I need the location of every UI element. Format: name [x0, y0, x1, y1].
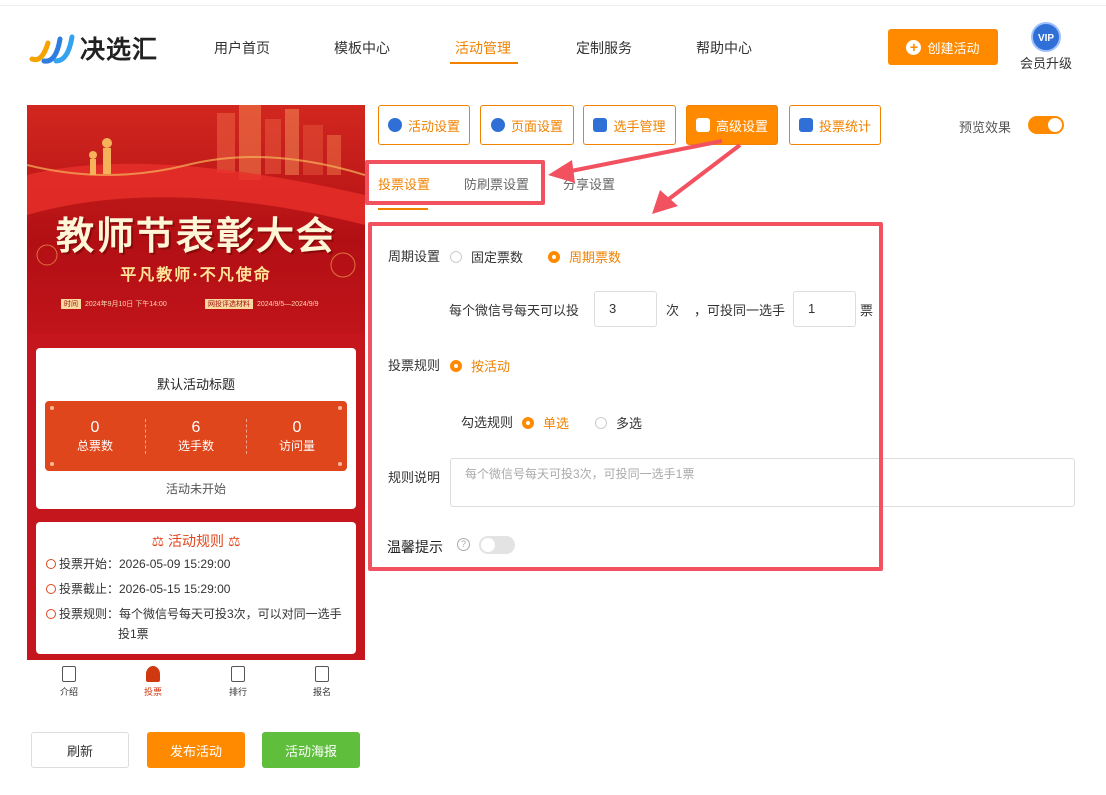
create-activity-label: 创建活动 [927, 40, 980, 56]
tab-vote-statistics[interactable]: 投票统计 [789, 105, 881, 145]
rule-voting: 投票规则：每个微信号每天可投3次，可以对同一选手 [46, 604, 342, 624]
users-icon [593, 118, 608, 132]
refresh-button[interactable]: 刷新 [31, 732, 129, 768]
tabbar-ranking[interactable]: 排行 [218, 666, 258, 698]
vip-upgrade[interactable]: VIP 会员升级 [1018, 22, 1074, 72]
activity-status: 活动未开始 [165, 482, 226, 496]
subtab-active-indicator [378, 208, 428, 210]
decor-dot [50, 406, 54, 410]
phone-preview: 教师节表彰大会 平凡教师·不凡使命 时间 2024年9月10日 下午14:00 网… [27, 105, 365, 709]
settings-list-icon [695, 118, 710, 132]
podium-icon [231, 666, 245, 682]
decor-dot [50, 462, 54, 466]
banner-review-info: 网投评选材料 2024/9/5—2024/9/9 [205, 299, 319, 309]
tabbar-intro-label: 介绍 [59, 687, 78, 697]
nav-home[interactable]: 用户首页 [214, 38, 270, 58]
tabbar-vote-label: 投票 [143, 687, 162, 697]
stat-label: 总票数 [76, 438, 113, 453]
banner-review-tag: 网投评选材料 [205, 299, 253, 309]
plus-icon: + [906, 39, 922, 55]
preview-toggle-label: 预览效果 [959, 120, 1012, 135]
banner-time-info: 时间 2024年9月10日 下午14:00 [61, 299, 167, 309]
subtab-share-settings[interactable]: 分享设置 [563, 174, 615, 193]
highlight-box-form [368, 222, 883, 571]
tab-advanced-settings-label: 高级设置 [715, 118, 768, 134]
tab-vote-statistics-label: 投票统计 [818, 118, 871, 134]
banner-subtitle: 平凡教师·不凡使命 [120, 265, 272, 284]
rules-header: ⚖ 活动规则 ⚖ [36, 531, 356, 551]
banner-time: 2024年9月10日 下午14:00 [85, 301, 167, 308]
activity-banner: 教师节表彰大会 平凡教师·不凡使命 时间 2024年9月10日 下午14:00 网… [27, 105, 365, 333]
phone-tabbar: 介绍 投票 排行 报名 [27, 660, 365, 709]
logo-icon [29, 34, 75, 64]
stat-value: 0 [90, 418, 100, 436]
tab-contestant-management-label: 选手管理 [613, 118, 666, 134]
brand-name: 决选汇 [80, 36, 159, 64]
rule-end: 投票截止：2026-05-15 15:29:00 [46, 579, 230, 599]
rule-start: 投票开始：2026-05-09 15:29:00 [46, 554, 230, 574]
tab-contestant-management[interactable]: 选手管理 [583, 105, 676, 145]
bar-chart-icon [798, 118, 813, 132]
nav-help-center[interactable]: 帮助中心 [696, 38, 752, 58]
banner-time-tag: 时间 [61, 299, 81, 309]
user-icon [146, 666, 160, 682]
info-icon [46, 609, 56, 619]
gavel-icon: ⚖ [151, 533, 165, 549]
toggle-knob [1048, 118, 1062, 132]
nav-activity-management[interactable]: 活动管理 [455, 38, 511, 58]
gear-icon [490, 118, 505, 132]
tab-activity-settings[interactable]: 活动设置 [378, 105, 470, 145]
rule-start-text: 投票开始：2026-05-09 15:29:00 [59, 557, 231, 571]
decor-dot [338, 462, 342, 466]
nav-custom-service[interactable]: 定制服务 [576, 38, 632, 58]
document-icon [62, 666, 76, 682]
tab-page-settings[interactable]: 页面设置 [480, 105, 574, 145]
decor-dot [338, 406, 342, 410]
stat-visits: 0 访问量 [247, 419, 347, 454]
stat-contestants: 6 选手数 [146, 418, 247, 454]
banner-review: 2024/9/5—2024/9/9 [257, 301, 319, 308]
rule-end-text: 投票截止：2026-05-15 15:29:00 [59, 582, 231, 596]
nav-active-indicator [450, 62, 518, 64]
activity-poster-button[interactable]: 活动海报 [262, 732, 360, 768]
gavel-icon: ⚖ [227, 533, 241, 549]
activity-rules-card: ⚖ 活动规则 ⚖ 投票开始：2026-05-09 15:29:00 投票截止：2… [36, 522, 356, 654]
tab-activity-settings-label: 活动设置 [407, 118, 460, 134]
highlight-box-subtabs [365, 160, 545, 205]
tab-advanced-settings[interactable]: 高级设置 [686, 105, 778, 145]
tab-page-settings-label: 页面设置 [510, 118, 563, 134]
rule-voting-cont: 投1票 [118, 627, 149, 641]
vip-badge-icon: VIP [1031, 22, 1061, 52]
stat-value: 6 [191, 418, 201, 436]
banner-title: 教师节表彰大会 [55, 213, 336, 258]
stat-label: 选手数 [177, 438, 214, 453]
brand-logo[interactable]: 决选汇 [28, 28, 158, 68]
top-divider [0, 5, 1106, 6]
stat-value: 0 [292, 418, 302, 436]
arrow-head-icon [652, 190, 678, 214]
create-activity-button[interactable]: + 创建活动 [888, 29, 998, 65]
tabbar-signup[interactable]: 报名 [302, 666, 342, 698]
clock-icon [46, 584, 56, 594]
clock-icon [46, 559, 56, 569]
stats-bar: 0 总票数 6 选手数 0 访问量 [45, 401, 347, 471]
tabbar-vote[interactable]: 投票 [133, 666, 173, 698]
tabbar-signup-label: 报名 [312, 687, 331, 697]
signup-icon [315, 666, 329, 682]
rules-title: 活动规则 [168, 533, 224, 549]
publish-activity-button[interactable]: 发布活动 [147, 732, 245, 768]
stat-total-votes: 0 总票数 [45, 418, 146, 454]
star-icon [387, 118, 402, 132]
tabbar-ranking-label: 排行 [228, 687, 247, 697]
vip-upgrade-label: 会员升级 [1019, 56, 1072, 71]
activity-summary-card: 默认活动标题 0 总票数 6 选手数 0 访问量 活动未开始 [36, 348, 356, 509]
nav-templates[interactable]: 模板中心 [334, 38, 390, 58]
arrow-line-to-form [663, 143, 742, 204]
preview-toggle[interactable] [1028, 116, 1064, 134]
arrow-line-to-subtabs [565, 139, 723, 174]
tabbar-intro[interactable]: 介绍 [49, 666, 89, 698]
rule-voting-text: 投票规则：每个微信号每天可投3次，可以对同一选手 [59, 607, 342, 621]
activity-title: 默认活动标题 [156, 377, 235, 392]
stat-label: 访问量 [278, 438, 315, 453]
